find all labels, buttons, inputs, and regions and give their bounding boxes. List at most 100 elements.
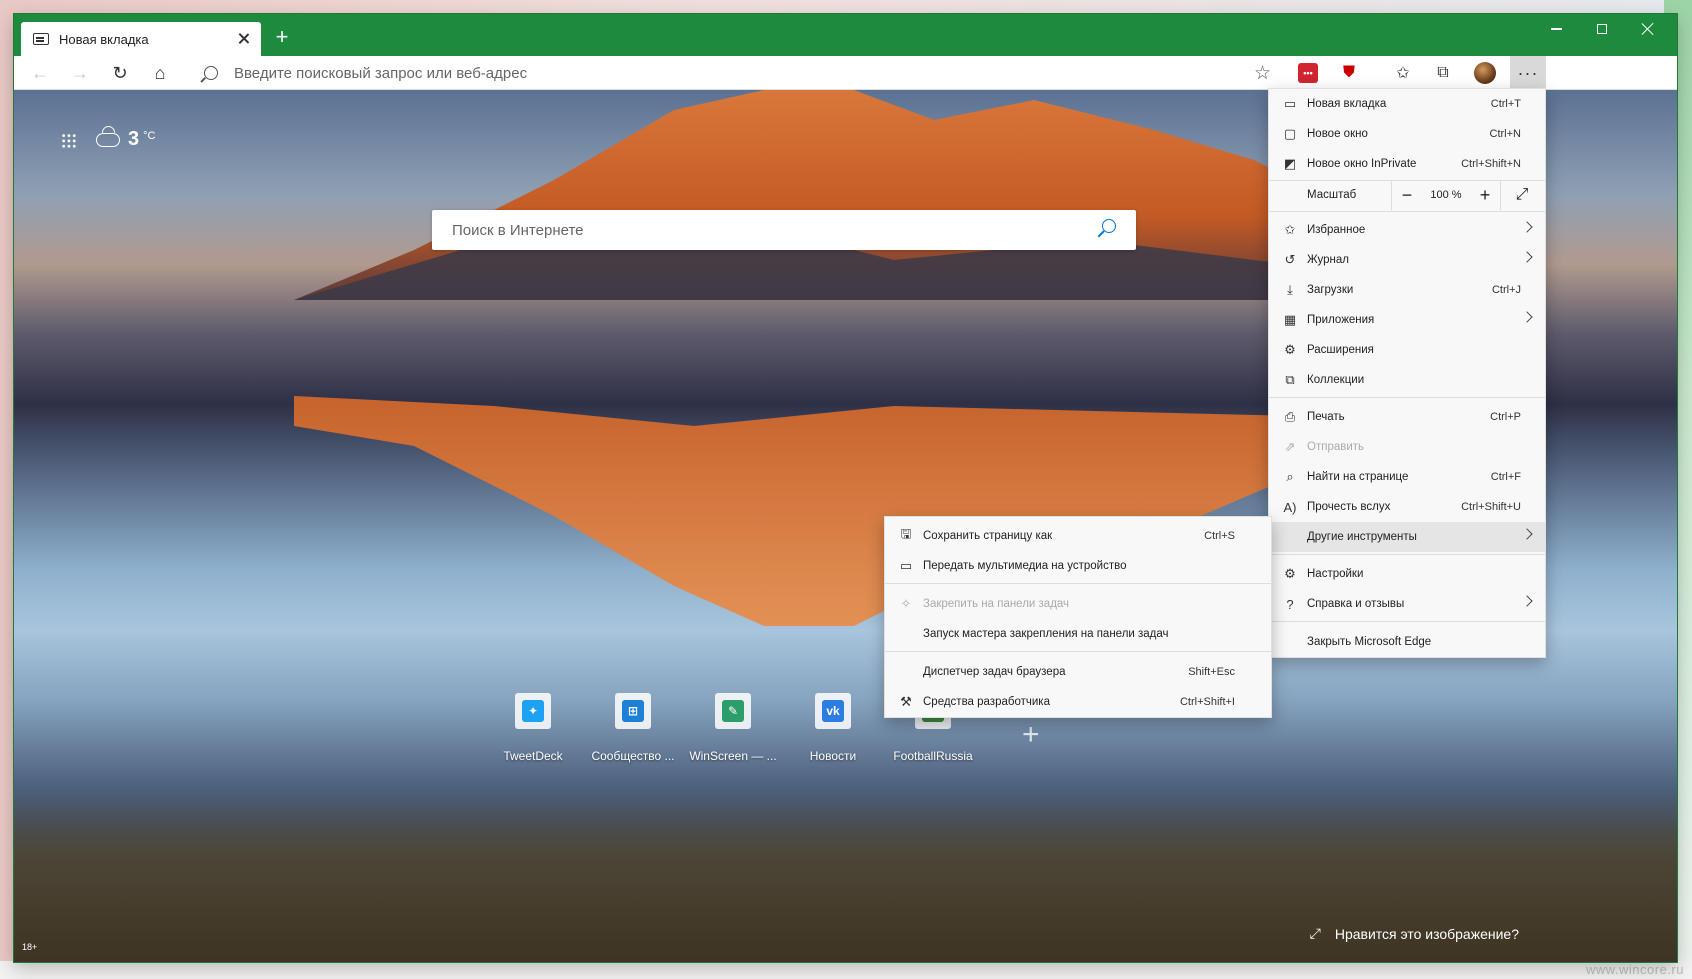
collections-icon[interactable]: ⧉ [1432, 62, 1454, 84]
web-search-input[interactable]: Поиск в Интернете [432, 210, 1136, 250]
menu-item-history[interactable]: ↺ Журнал [1269, 245, 1545, 275]
menu-item-favorites[interactable]: ✩ Избранное [1269, 215, 1545, 245]
zoom-label: Масштаб [1307, 189, 1357, 201]
age-badge: 18+ [22, 942, 38, 952]
quick-link-tweetdeck[interactable]: ✦ TweetDeck [483, 693, 583, 763]
menu-item-inprivate[interactable]: ◩ Новое окно InPrivate Ctrl+Shift+N [1269, 149, 1545, 179]
menu-shortcut: Ctrl+P [1490, 411, 1521, 423]
menu-item-read-aloud[interactable]: A) Прочесть вслух Ctrl+Shift+U [1269, 492, 1545, 522]
app-launcher-icon[interactable] [61, 133, 77, 149]
back-button[interactable]: ← [26, 60, 54, 86]
new-window-icon: ▢ [1283, 126, 1297, 141]
menu-label: Найти на странице [1307, 471, 1409, 483]
menu-item-collections[interactable]: ⧉ Коллекции [1269, 365, 1545, 395]
maximize-icon [1597, 24, 1607, 34]
zoom-out-button[interactable]: − [1392, 185, 1422, 206]
share-icon: ⇗ [1284, 439, 1296, 454]
search-button[interactable] [1094, 219, 1116, 241]
close-window-button[interactable] [1625, 14, 1671, 44]
tab-close-button[interactable] [235, 30, 253, 48]
menu-item-print[interactable]: ⎙ Печать Ctrl+P [1269, 402, 1545, 432]
zoom-value: 100 % [1430, 189, 1462, 201]
quick-link-winscreen[interactable]: ✎ WinScreen — ... [683, 693, 783, 763]
windows-icon: ⊞ [622, 700, 644, 722]
favorites-icon[interactable]: ✩ [1392, 62, 1414, 84]
new-tab-button[interactable]: + [272, 26, 292, 48]
menu-divider [1269, 621, 1545, 622]
menu-divider [1269, 554, 1545, 555]
menu-label: Справка и отзывы [1307, 598, 1405, 610]
menu-label: Закрепить на панели задач [923, 598, 1070, 610]
menu-label: Другие инструменты [1307, 531, 1417, 543]
like-image-button[interactable]: ⤢ Нравится это изображение? [1310, 925, 1519, 942]
submenu-item-task-manager[interactable]: Диспетчер задач браузера Shift+Esc [885, 657, 1271, 687]
menu-label: Запуск мастера закрепления на панели зад… [923, 628, 1169, 640]
settings-icon: ⚙ [1284, 566, 1296, 581]
download-icon: ⤓ [1287, 282, 1293, 297]
fullscreen-button[interactable]: ⤢ [1505, 186, 1539, 204]
quick-link-news[interactable]: vk Новости [783, 693, 883, 763]
menu-label: Закрыть Microsoft Edge [1307, 636, 1432, 648]
menu-item-new-window[interactable]: ▢ Новое окно Ctrl+N [1269, 119, 1545, 149]
menu-label: Загрузки [1307, 284, 1354, 296]
history-icon: ↺ [1284, 252, 1296, 267]
menu-item-more-tools[interactable]: Другие инструменты [1269, 522, 1545, 552]
menu-item-close-edge[interactable]: Закрыть Microsoft Edge [1269, 627, 1545, 657]
mountain-background [294, 90, 1294, 300]
submenu-item-pin-wizard[interactable]: Запуск мастера закрепления на панели зад… [885, 619, 1271, 649]
home-button[interactable]: ⌂ [146, 60, 174, 86]
menu-item-downloads[interactable]: ⤓ Загрузки Ctrl+J [1269, 275, 1545, 305]
menu-item-new-tab[interactable]: ▭ Новая вкладка Ctrl+T [1269, 89, 1545, 119]
menu-label: Новая вкладка [1307, 98, 1387, 110]
menu-shortcut: Ctrl+Shift+I [1179, 696, 1235, 708]
toolbar: ← → ↻ ⌂ Введите поисковый запрос или веб… [14, 56, 1677, 90]
pin-icon: ✧ [900, 596, 912, 611]
search-icon [1102, 219, 1116, 233]
submenu-item-pin-taskbar[interactable]: ✧ Закрепить на панели задач [885, 589, 1271, 619]
extension-red-icon[interactable]: ••• [1298, 63, 1318, 83]
settings-more-button[interactable]: ··· [1510, 56, 1546, 90]
tile-icon: ✦ [515, 693, 551, 729]
refresh-button[interactable]: ↻ [106, 60, 134, 86]
forward-button[interactable]: → [66, 60, 94, 86]
add-favorite-star-icon[interactable]: ☆ [1254, 62, 1271, 85]
zoom-in-button[interactable]: + [1470, 185, 1500, 206]
menu-item-share[interactable]: ⇗ Отправить [1269, 432, 1545, 462]
maximize-button[interactable] [1579, 14, 1625, 44]
add-quick-link-button[interactable]: + [1022, 718, 1040, 752]
menu-item-help[interactable]: ? Справка и отзывы [1269, 589, 1545, 619]
menu-item-find[interactable]: ⌕ Найти на странице Ctrl+F [1269, 462, 1545, 492]
menu-item-extensions[interactable]: ⚙ Расширения [1269, 335, 1545, 365]
menu-label: Передать мультимедиа на устройство [923, 560, 1127, 572]
expand-icon: ⤢ [1309, 925, 1321, 941]
profile-avatar[interactable] [1474, 62, 1496, 84]
save-page-icon: 🖫 [900, 526, 912, 541]
tile-label: Новости [809, 749, 857, 763]
submenu-item-cast[interactable]: ▭ Передать мультимедиа на устройство [885, 551, 1271, 581]
menu-item-settings[interactable]: ⚙ Настройки [1269, 559, 1545, 589]
ublock-shield-icon[interactable]: ⛊ [1339, 63, 1359, 83]
zoom-row: Масштаб − 100 % + ⤢ [1269, 180, 1545, 210]
favorites-icon: ✩ [1284, 222, 1296, 237]
title-bar: Новая вкладка + [14, 14, 1677, 56]
extensions-icon: ⚙ [1284, 342, 1296, 357]
menu-shortcut: Shift+Esc [1188, 666, 1235, 678]
apps-icon: ▦ [1283, 312, 1297, 327]
inprivate-icon: ◩ [1283, 156, 1297, 171]
more-tools-submenu: 🖫 Сохранить страницу как Ctrl+S ▭ Переда… [884, 516, 1272, 718]
weather-widget[interactable]: 3 °C [96, 128, 155, 151]
menu-label: Коллекции [1307, 374, 1365, 386]
tab-title: Новая вкладка [59, 31, 149, 47]
address-bar[interactable]: Введите поисковый запрос или веб-адрес [190, 59, 1275, 87]
submenu-item-save-page[interactable]: 🖫 Сохранить страницу как Ctrl+S [885, 521, 1271, 551]
quick-link-community[interactable]: ⊞ Сообщество ... [583, 693, 683, 763]
menu-label: Отправить [1307, 441, 1365, 453]
menu-item-apps[interactable]: ▦ Приложения [1269, 305, 1545, 335]
minimize-button[interactable] [1533, 14, 1579, 44]
address-placeholder: Введите поисковый запрос или веб-адрес [234, 64, 528, 82]
minimize-icon [1550, 28, 1562, 30]
submenu-item-devtools[interactable]: ⚒ Средства разработчика Ctrl+Shift+I [885, 687, 1271, 717]
menu-label: Журнал [1307, 254, 1349, 266]
menu-shortcut: Ctrl+Shift+U [1461, 501, 1521, 513]
tab-new-tab[interactable]: Новая вкладка [21, 22, 261, 56]
